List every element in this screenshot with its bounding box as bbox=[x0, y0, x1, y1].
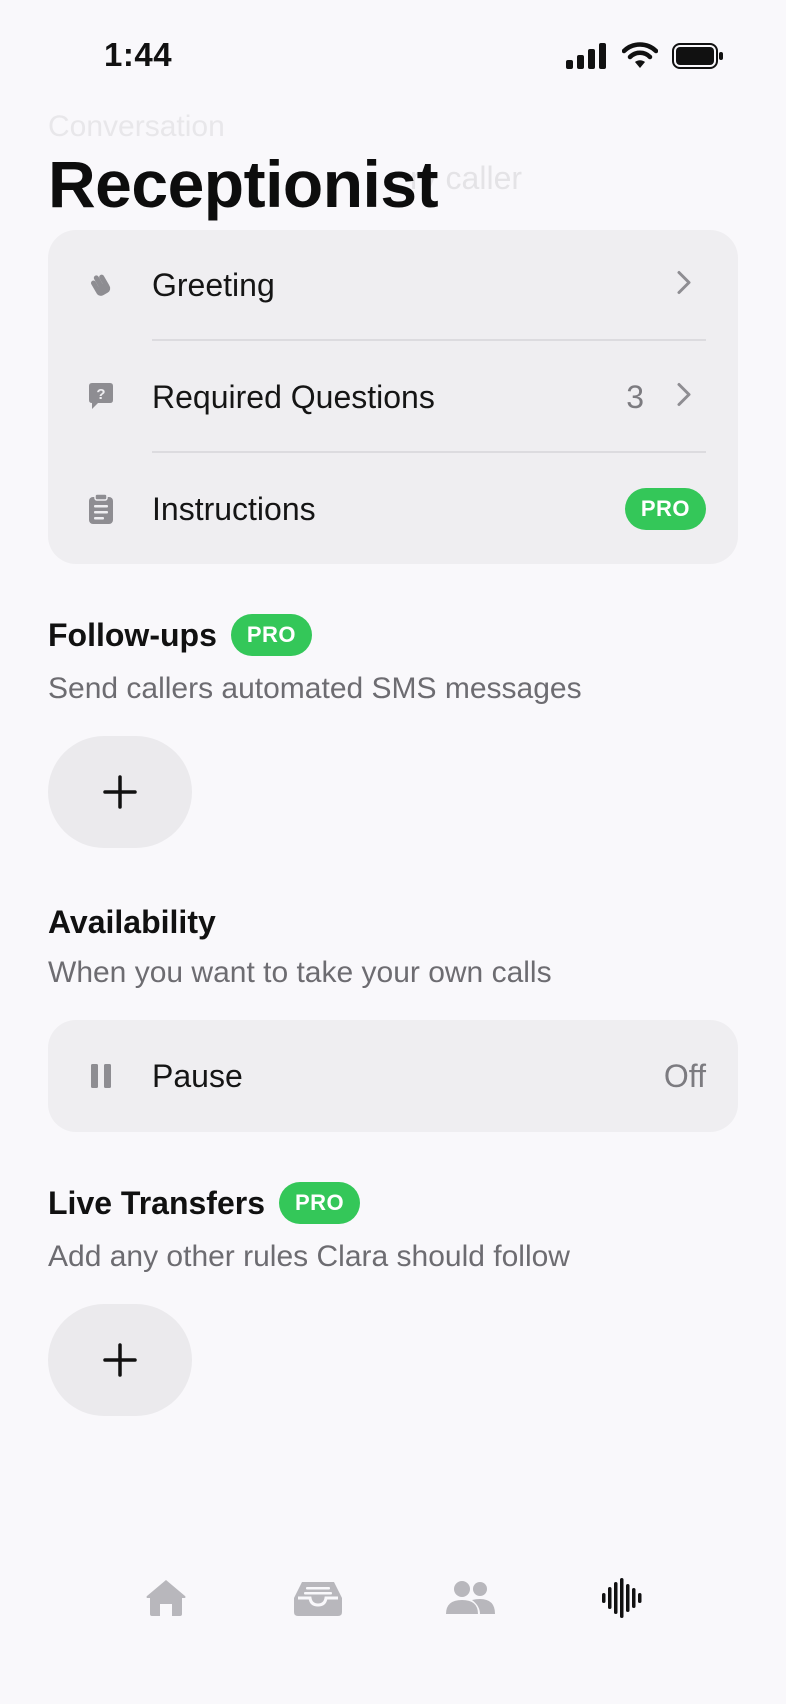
plus-icon bbox=[103, 775, 137, 809]
tab-people[interactable] bbox=[440, 1568, 500, 1628]
greeting-label: Greeting bbox=[152, 266, 275, 303]
plus-icon bbox=[103, 1343, 137, 1377]
chevron-right-icon bbox=[676, 382, 692, 413]
required-questions-count: 3 bbox=[626, 378, 644, 415]
followups-subtitle: Send callers automated SMS messages bbox=[48, 672, 582, 705]
inbox-icon bbox=[294, 1582, 342, 1616]
status-bar: 1:44 bbox=[0, 0, 786, 118]
cellular-signal-icon bbox=[566, 43, 606, 69]
clipboard-icon bbox=[86, 493, 116, 524]
receptionist-settings-card: Greeting ? Required Questions 3 Instruct… bbox=[48, 230, 738, 564]
add-live-transfer-button[interactable] bbox=[48, 1304, 192, 1416]
tab-inbox[interactable] bbox=[288, 1568, 348, 1628]
people-icon bbox=[446, 1581, 495, 1614]
tab-home[interactable] bbox=[136, 1568, 196, 1628]
required-questions-row[interactable]: ? Required Questions 3 bbox=[48, 342, 738, 452]
wave-hand-icon bbox=[86, 270, 116, 300]
pause-icon bbox=[86, 1061, 116, 1091]
followups-title: Follow-ups bbox=[48, 616, 217, 653]
battery-icon bbox=[672, 43, 723, 69]
divider bbox=[152, 339, 706, 341]
pro-badge: PRO bbox=[279, 1182, 361, 1224]
instructions-label: Instructions bbox=[152, 490, 316, 527]
status-time: 1:44 bbox=[104, 36, 173, 73]
greeting-row[interactable]: Greeting bbox=[48, 230, 738, 340]
pause-label: Pause bbox=[152, 1057, 243, 1094]
required-questions-label: Required Questions bbox=[152, 378, 435, 415]
chevron-right-icon bbox=[676, 270, 692, 301]
svg-text:?: ? bbox=[96, 386, 105, 403]
pause-row[interactable]: Pause Off bbox=[48, 1020, 738, 1132]
question-bubble-icon: ? bbox=[86, 382, 116, 412]
live-transfers-header: Live Transfers PRO bbox=[48, 1182, 361, 1224]
live-transfers-title: Live Transfers bbox=[48, 1184, 265, 1221]
pause-status-value: Off bbox=[663, 1057, 706, 1094]
availability-title: Availability bbox=[48, 904, 216, 940]
home-icon bbox=[146, 1580, 186, 1616]
pause-row-content: Pause Off bbox=[48, 1021, 738, 1131]
add-followup-button[interactable] bbox=[48, 736, 192, 848]
instructions-row[interactable]: Instructions PRO bbox=[48, 454, 738, 564]
status-icons bbox=[566, 42, 724, 70]
live-transfers-subtitle: Add any other rules Clara should follow bbox=[48, 1240, 570, 1273]
followups-header: Follow-ups PRO bbox=[48, 614, 313, 656]
background-ghost-title: Conversation bbox=[48, 110, 225, 143]
tab-bar bbox=[0, 1560, 786, 1650]
availability-header: Availability bbox=[48, 904, 216, 941]
divider bbox=[152, 451, 706, 453]
wifi-icon bbox=[622, 42, 658, 68]
pro-badge: PRO bbox=[624, 488, 706, 530]
tab-receptionist[interactable] bbox=[592, 1568, 652, 1628]
page-title: Receptionist bbox=[48, 147, 439, 221]
availability-subtitle: When you want to take your own calls bbox=[48, 956, 552, 989]
pro-badge: PRO bbox=[230, 614, 313, 656]
waveform-icon bbox=[602, 1578, 642, 1618]
